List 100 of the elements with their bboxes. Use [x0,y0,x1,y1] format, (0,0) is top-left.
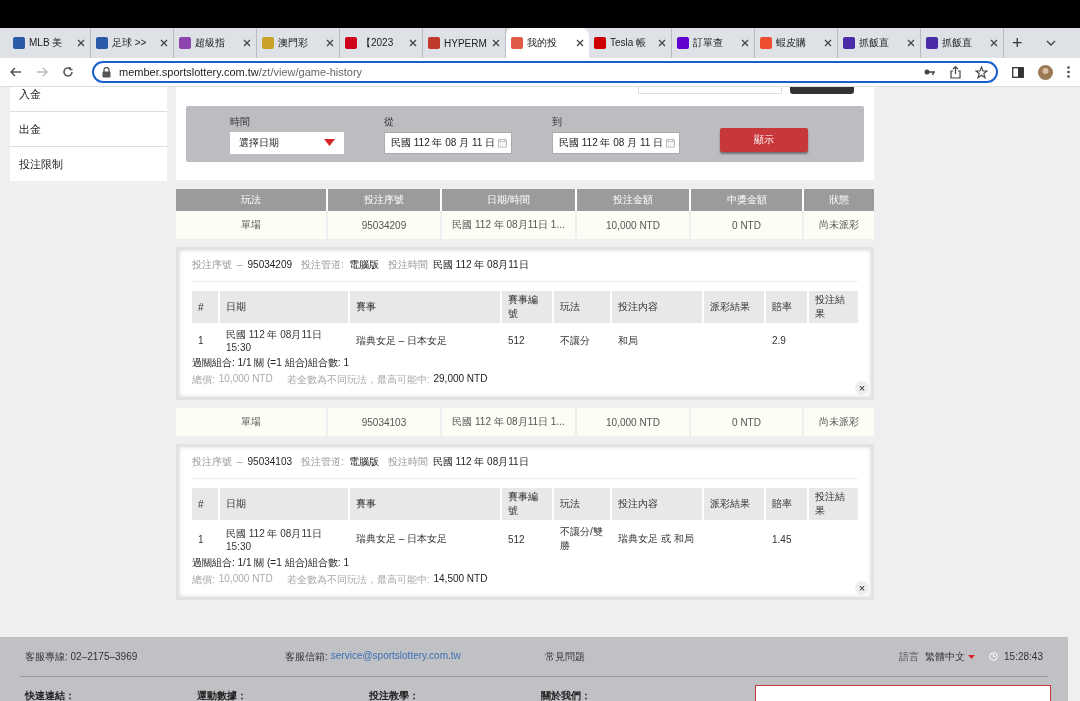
close-icon [409,39,417,47]
browser-tab[interactable]: 我的投 [506,28,589,58]
column-header: 投注金額 [577,189,689,211]
tab-title: HYPERM [444,37,488,49]
close-icon [492,39,500,47]
column-header: 投注序號 [328,189,440,211]
field-label: 時間 [230,114,251,129]
language-dropdown[interactable]: 繁體中文 [925,649,976,664]
column-header: # [192,488,218,520]
table-cell: 0 NTD [691,211,802,239]
table-cell: 尚未派彩 [804,211,874,239]
footer-heading: 運動數據： [197,689,248,701]
info-value: 電腦版 [348,455,379,469]
column-header: 投注內容 [612,291,702,323]
close-button[interactable]: × [855,381,869,395]
input-field[interactable] [638,87,782,94]
column-header: 派彩結果 [704,291,764,323]
key-icon [924,68,936,76]
tab-title: 抓飯直 [859,36,890,50]
max-label: 若全數為不同玩法，最高可能中: [286,373,430,387]
footer-heading: 快速連結： [25,689,76,701]
table-cell-text: 1 [197,334,205,348]
back-icon [10,66,22,78]
table-cell: 民國 112 年 08月11日 1... [442,408,575,436]
caret-icon [968,654,976,659]
sidebar-item[interactable]: 入金 [10,87,167,112]
tab-title: MLB 美 [29,36,64,50]
language-label: 語言 [899,649,920,664]
table-cell: 民國 112 年 08月11日 1... [442,211,575,239]
max-value: 29,000 NTD [433,373,488,386]
close-button[interactable]: × [855,581,869,595]
column-header: 玩法 [554,488,610,520]
max-value: 14,500 NTD [433,573,488,586]
new-tab-button[interactable]: + [1008,32,1027,54]
show-button[interactable]: 顯示 [720,127,808,152]
column-header: 投注結果 [809,291,858,323]
tab-title: 我的投 [527,36,558,50]
total-label: 總價: [192,373,215,387]
close-icon [990,39,998,47]
info-value: 民國 112 年 08月11日 [432,455,529,469]
table-cell: 0 NTD [691,408,802,436]
lock-icon [102,66,111,78]
tab-title: 訂單查 [693,36,724,50]
date-field[interactable]: 民國 112 年 08 月 11 日 [384,131,512,154]
table-cell-text: 和局 [617,333,639,348]
column-header: 賠率 [766,488,807,520]
tab-title: Tesla 帳 [610,36,648,50]
close-icon [160,39,168,47]
date-field[interactable]: 民國 112 年 08 月 11 日 [552,131,680,154]
chevron-down-icon [1046,40,1056,46]
column-header: 玩法 [554,291,610,323]
close-icon [77,39,85,47]
clock-icon [989,652,999,661]
date-dropdown[interactable]: 選擇日期 [230,131,344,154]
table-cell: 10,000 NTD [577,211,689,239]
info-label: 投注管道: [301,455,344,469]
column-header: 投注結果 [809,488,858,520]
total-label: 總價: [192,573,215,587]
column-header: 日期 [220,291,348,323]
sidebar-item[interactable]: 投注限制 [10,147,167,181]
tab-title: 【2023 [361,36,395,50]
close-icon [658,39,666,47]
sidebar-item[interactable]: 出金 [10,112,167,147]
column-header: 日期/時間 [442,189,575,211]
share-icon [950,65,961,79]
close-icon [576,39,584,47]
max-label: 若全數為不同玩法，最高可能中: [286,573,430,587]
total-value: 10,000 NTD [218,373,273,386]
info-label: 投注序號 [192,455,232,469]
column-header: 賽事 [350,488,500,520]
total-value: 10,000 NTD [218,573,273,586]
table-cell: 尚未派彩 [804,408,874,436]
table-cell-text: 民國 112 年 08月11日 15:30 [225,526,323,554]
close-icon [907,39,915,47]
avatar-icon [1038,64,1053,80]
info-value: 民國 112 年 08月11日 [432,258,529,272]
table-cell-text: 1.45 [771,532,793,547]
tab-title: 超級指 [195,36,226,50]
table-cell: 10,000 NTD [577,408,689,436]
combo-text: 過關組合: 1/1 關 (=1 組合)組合數: 1 [192,356,350,370]
column-header: 中獎金額 [691,189,802,211]
tab-title: 蝦皮購 [776,36,807,50]
email-label: 客服信箱: [285,649,328,664]
tab-title: 澳門彩 [278,36,309,50]
faq-link[interactable]: 常見問題 [545,649,585,664]
close-icon [741,39,749,47]
star-icon [975,65,988,79]
column-header: 賠率 [766,291,807,323]
table-cell-text: 不讓分/雙勝 [559,525,604,553]
table-cell-text: 2.9 [771,334,787,348]
column-header: 派彩結果 [704,488,764,520]
info-value: 95034103 [247,456,293,467]
info-label: 投注管道: [301,258,344,272]
clock-time: 15:28:43 [1004,651,1043,662]
combo-text: 過關組合: 1/1 關 (=1 組合)組合數: 1 [192,556,350,570]
address-field[interactable]: member.sportslottery.com.tw/zt/view/game-history [92,61,998,83]
column-header: 賽事編號 [502,488,552,520]
footer-heading: 關於我們： [541,689,591,701]
dark-button[interactable] [790,87,854,94]
separator-text: – [237,456,243,467]
